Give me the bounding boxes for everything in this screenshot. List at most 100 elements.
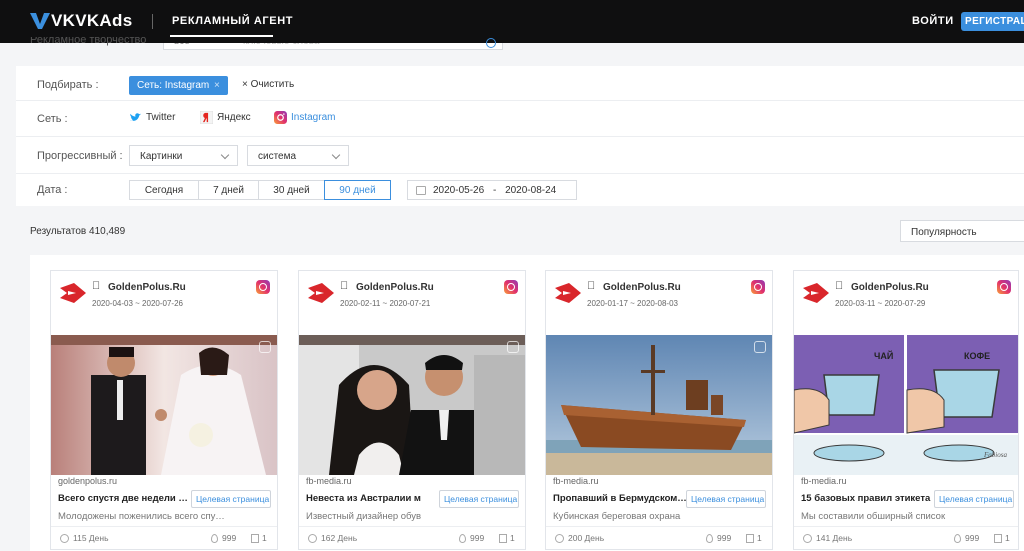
advertiser-name: GoldenPolus.Ru [108,282,186,293]
network-option-instagram[interactable]: Instagram [274,111,335,124]
ad-domain[interactable]: fb-media.ru [553,476,599,486]
ad-title[interactable]: Пропавший в Бермудском треугольнике [553,493,688,504]
ad-likes: 999 [706,533,731,543]
date-from: 2020-05-26 [433,185,485,196]
system-dropdown[interactable]: система [247,145,349,166]
like-icon [211,533,218,543]
filter-progressive-label: Прогрессивный : [37,150,123,162]
sort-dropdown[interactable]: Популярность [900,220,1024,242]
illustration-text-tea: ЧАЙ [874,350,893,361]
calendar-icon [416,186,426,195]
creative-type-dropdown[interactable]: Картинки [129,145,238,166]
chevron-down-icon [220,150,230,160]
network-option-label: Instagram [291,112,336,123]
ad-dates: 2020-02-11 ~ 2020-07-21 [340,299,431,308]
ad-copies: 1 [499,533,515,543]
filter-panel: Подбирать : Сеть: Instagram × × Очистить… [16,66,1024,206]
ad-likes: 999 [954,533,979,543]
ad-title[interactable]: Всего спустя две недели после свадьбы [58,493,193,504]
instagram-icon [997,280,1011,294]
ad-image[interactable] [299,335,525,475]
register-button[interactable]: РЕГИСТРАЦИ [961,12,1024,31]
illustration-text-coffee: КОФЕ [964,351,990,361]
ad-copies: 1 [746,533,762,543]
date-to: 2020-08-24 [505,185,557,196]
dropdown-value: Картинки [140,151,183,162]
copy-icon [994,533,1002,543]
ad-duration: 200 День [555,533,604,543]
ad-domain[interactable]: goldenpolus.ru [58,476,117,486]
date-option-30-days[interactable]: 30 дней [258,180,325,200]
ad-duration: 141 День [803,533,852,543]
ad-card[interactable]:  GoldenPolus.Ru 2020-04-03 ~ 2020-07-26… [50,270,278,550]
clock-icon [60,533,69,543]
network-option-yandex[interactable]: Яндекс [200,111,251,124]
like-icon [706,533,713,543]
landing-page-button[interactable]: Целевая страница [934,490,1014,508]
landing-page-button[interactable]: Целевая страница [686,490,766,508]
date-option-90-days[interactable]: 90 дней [324,180,391,200]
divider [51,526,277,527]
nav-divider [152,14,153,29]
ad-card[interactable]:  GoldenPolus.Ru 2020-01-17 ~ 2020-08-03… [545,270,773,550]
ad-image[interactable]: ЧАЙ КОФЕ Fabiosa [794,335,1018,475]
illustration-signature: Fabiosa [983,451,1007,459]
ad-image[interactable] [546,335,772,475]
clock-icon [308,533,317,543]
nav-tab-ad-agent[interactable]: РЕКЛАМНЫЙ АГЕНТ [172,15,293,27]
top-navbar: VKVKAds РЕКЛАМНЫЙ АГЕНТ ВОЙТИ РЕГИСТРАЦИ [0,0,1024,43]
nav-tab-active-indicator [170,35,273,37]
apple-icon:  [835,280,843,292]
chip-close-icon[interactable]: × [214,80,220,91]
divider [299,526,525,527]
like-icon [954,533,961,543]
advertiser-logo [555,283,581,303]
active-filter-chip[interactable]: Сеть: Instagram × [129,76,228,95]
ad-likes: 999 [211,533,236,543]
ad-likes-text: 999 [965,533,980,543]
ad-title[interactable]: 15 базовых правил этикета [801,493,936,504]
dropdown-value: система [258,151,297,162]
date-range-picker[interactable]: 2020-05-26 - 2020-08-24 [407,180,577,200]
ad-duration: 162 День [308,533,357,543]
ad-title[interactable]: Невеста из Австралии м [306,493,441,504]
ad-domain[interactable]: fb-media.ru [306,476,352,486]
login-button[interactable]: ВОЙТИ [912,15,954,27]
results-count: Результатов 410,489 [30,226,126,237]
network-option-label: Яндекс [217,112,251,123]
ad-image[interactable] [51,335,277,475]
ad-likes-text: 999 [222,533,237,543]
landing-page-button[interactable]: Целевая страница [439,490,519,508]
date-option-7-days[interactable]: 7 дней [198,180,259,200]
ad-description: Известный дизайнер обув [306,511,422,522]
instagram-icon [504,280,518,294]
copy-icon [499,533,507,543]
ad-copies-text: 1 [757,533,762,543]
divider [794,526,1018,527]
ad-copies: 1 [251,533,267,543]
landing-page-button[interactable]: Целевая страница [191,490,271,508]
chevron-down-icon [331,150,341,160]
ad-likes: 999 [459,533,484,543]
ad-duration: 115 День [60,533,109,543]
clear-filters-button[interactable]: × Очистить [242,79,294,90]
ad-description: Молодожены поженились всего спустя [58,511,226,522]
ad-domain[interactable]: fb-media.ru [801,476,847,486]
ad-days-text: 141 День [816,533,853,543]
ad-card[interactable]:  GoldenPolus.Ru 2020-02-11 ~ 2020-07-21… [298,270,526,550]
divider [546,526,772,527]
ad-copies: 1 [994,533,1010,543]
advertiser-logo [803,283,829,303]
clock-icon [555,533,564,543]
search-icon[interactable] [486,38,496,48]
divider [16,136,1024,137]
logo[interactable]: VKVKAds [30,11,132,31]
clock-icon [803,533,812,543]
ad-days-text: 115 День [73,533,109,543]
date-option-today[interactable]: Сегодня [129,180,199,200]
network-option-twitter[interactable]: Twitter [129,111,175,124]
network-option-label: Twitter [146,112,176,123]
advertiser-logo [60,283,86,303]
ad-card[interactable]:  GoldenPolus.Ru 2020-03-11 ~ 2020-07-29… [793,270,1019,550]
ad-description: Кубинская береговая охрана [553,511,681,522]
